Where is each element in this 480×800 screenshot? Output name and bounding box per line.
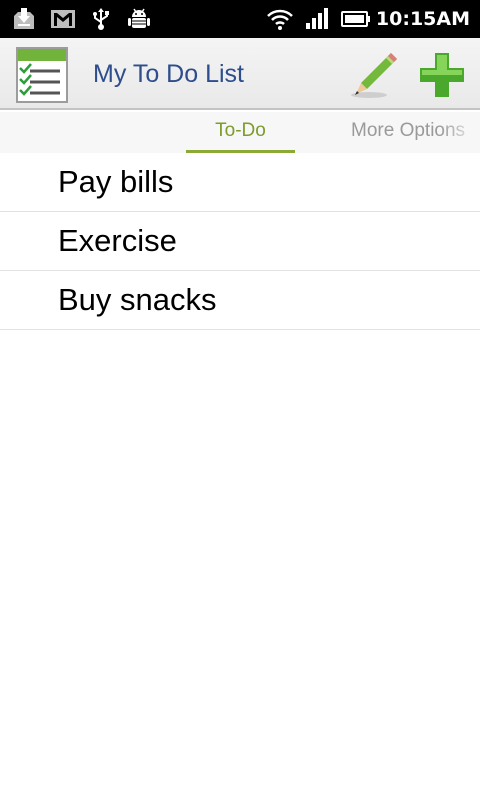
todo-list: Pay bills Exercise Buy snacks xyxy=(0,153,480,330)
gmail-icon xyxy=(51,10,75,28)
app-title: My To Do List xyxy=(93,60,244,88)
list-item[interactable]: Pay bills xyxy=(0,153,480,212)
app-todo-list-icon xyxy=(16,47,68,103)
signal-icon xyxy=(306,8,328,29)
list-item-label: Pay bills xyxy=(58,164,174,199)
usb-icon xyxy=(93,8,109,30)
wifi-icon xyxy=(267,9,293,30)
android-debug-icon xyxy=(128,8,150,28)
list-item[interactable]: Exercise xyxy=(0,212,480,271)
plus-icon[interactable] xyxy=(416,49,468,101)
tab-strip-fade xyxy=(440,112,480,153)
tab-to-do[interactable]: To-Do xyxy=(186,112,295,153)
tab-to-do-label: To-Do xyxy=(215,120,266,141)
tab-strip: To-Do More Options xyxy=(0,112,480,153)
list-item[interactable]: Buy snacks xyxy=(0,271,480,330)
status-time: 10:15AM xyxy=(375,8,470,30)
list-item-label: Exercise xyxy=(58,223,177,258)
pencil-icon[interactable] xyxy=(347,49,399,101)
status-bar: 10:15AM xyxy=(0,0,480,38)
download-icon xyxy=(14,8,34,29)
list-item-label: Buy snacks xyxy=(58,282,217,317)
battery-icon xyxy=(341,11,370,27)
action-bar: My To Do List xyxy=(0,38,480,110)
